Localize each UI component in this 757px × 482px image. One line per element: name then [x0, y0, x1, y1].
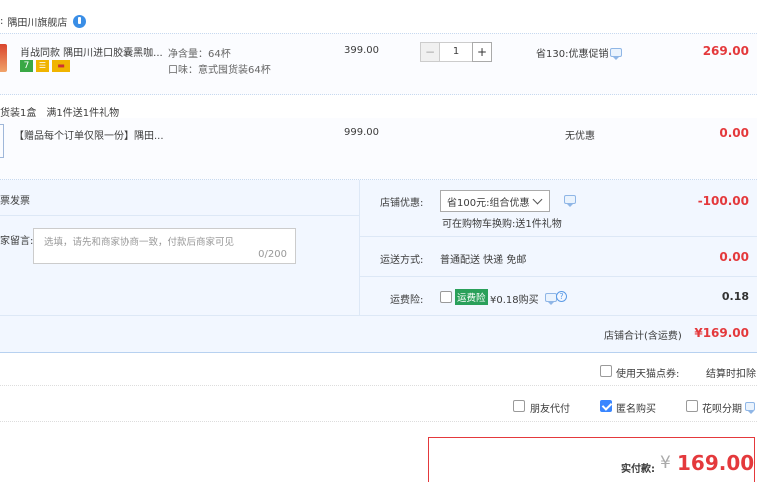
huabei-message-icon[interactable] [745, 402, 755, 414]
friend-pay-checkbox[interactable] [513, 400, 525, 412]
shop-total-amount: ¥169.00 [694, 326, 749, 340]
pay-currency: ¥ [660, 453, 671, 473]
note-input[interactable]: 选填，请先和商家协商一致，付款后商家可见 0/200 [33, 228, 296, 264]
huabei-label: 花呗分期 [702, 404, 742, 415]
points-label: 使用天猫点券: [616, 369, 680, 380]
discount-label: 店铺优惠: [380, 198, 424, 209]
shop-prefix: : [0, 15, 4, 27]
invoice-label[interactable]: 票发票 [0, 192, 30, 207]
item-total: 269.00 [702, 44, 749, 58]
product-thumbnail[interactable] [0, 44, 7, 72]
insurance-label: 运费险: [390, 295, 424, 306]
card-icon[interactable]: ▬ [52, 60, 70, 72]
shipping-label: 运送方式: [380, 255, 424, 266]
anonymous-label: 匿名购买 [616, 404, 656, 415]
discount-value: -100.00 [697, 194, 749, 208]
decrease-button[interactable]: − [420, 42, 440, 62]
shop-total-label: 店铺合计(含运费) [604, 331, 682, 342]
payment-options-row: 朋友代付 匿名购买 花呗分期 [0, 392, 757, 422]
wangwang-icon[interactable] [73, 14, 87, 28]
discount-select[interactable]: 省100元:组合优惠 [440, 190, 550, 212]
promo-text: 省130:优惠促销 [536, 49, 609, 60]
help-icon[interactable]: ? [556, 291, 567, 302]
pay-label: 实付款: [621, 464, 655, 475]
chevron-down-icon [532, 194, 543, 204]
points-row: 使用天猫点券: 结算时扣除 [0, 358, 757, 386]
pay-summary-box: 实付款: ¥ 169.00 [428, 437, 755, 482]
shop-name[interactable]: 隅田川旗舰店 [7, 14, 67, 29]
service-badges: 7 ☰ ▬ [20, 60, 70, 72]
divider [0, 315, 757, 316]
unit-price: 399.00 [344, 45, 379, 56]
left-column: 票发票 家留言: 选填，请先和商家协商一致，付款后商家可见 0/200 [0, 180, 360, 315]
promo-message-icon[interactable] [610, 48, 622, 60]
gift-thumbnail[interactable] [0, 124, 4, 158]
gift-title[interactable]: 【赠品每个订单仅限一份】隅田... [14, 127, 164, 142]
discount-hint: 可在购物车换购:送1件礼物 [442, 219, 562, 230]
guarantee-icon[interactable]: ☰ [36, 60, 49, 72]
note-label: 家留言: [0, 236, 34, 247]
friend-pay-label: 朋友代付 [530, 404, 570, 415]
gift-promo-text: 无优惠 [565, 131, 595, 142]
gift-unit-price: 999.00 [344, 127, 379, 138]
shipping-value: 普通配送 快递 免邮 [440, 255, 527, 266]
item-row-1: 肖战同款 隅田川进口胶囊黑咖... 7 ☰ ▬ 净含量：64杯 口味：意式囤货装… [0, 33, 757, 95]
shop-header: : 隅田川旗舰店 [0, 12, 87, 30]
quantity-input[interactable]: 1 [440, 42, 472, 62]
increase-button[interactable]: + [472, 42, 492, 62]
insurance-amount: 0.18 [721, 290, 749, 303]
gift-bar-right: 满1件送1件礼物 [46, 108, 120, 119]
gift-total: 0.00 [719, 126, 749, 140]
shipping-amount: 0.00 [719, 250, 749, 264]
item-row-2: 【赠品每个订单仅限一份】隅田... 999.00 无优惠 0.00 [0, 118, 757, 180]
quantity-stepper: − 1 + [420, 42, 492, 62]
divider [0, 215, 360, 216]
divider [360, 276, 757, 277]
spec-taste: 口味：意式囤货装64杯 [168, 65, 271, 76]
seven-day-return-icon[interactable]: 7 [20, 60, 33, 72]
points-right: 结算时扣除 [706, 369, 756, 380]
points-checkbox[interactable] [600, 365, 612, 377]
spec-quantity: 净含量：64杯 [168, 49, 231, 60]
discount-selected: 省100元:组合优惠 [447, 197, 530, 209]
gift-bar-left: 货装1盒 [0, 108, 37, 119]
gift-bar: 货装1盒 满1件送1件礼物 [0, 104, 120, 119]
note-counter: 0/200 [258, 249, 287, 260]
product-title[interactable]: 肖战同款 隅田川进口胶囊黑咖... [20, 44, 163, 59]
order-options-panel: 票发票 家留言: 选填，请先和商家协商一致，付款后商家可见 0/200 店铺优惠… [0, 180, 757, 353]
insurance-checkbox[interactable] [440, 291, 452, 303]
divider [360, 236, 757, 237]
discount-message-icon[interactable] [564, 195, 576, 207]
insurance-text: ¥0.18购买 [490, 295, 539, 306]
note-placeholder: 选填，请先和商家协商一致，付款后商家可见 [44, 237, 235, 248]
anonymous-checkbox[interactable] [600, 400, 612, 412]
huabei-checkbox[interactable] [686, 400, 698, 412]
insurance-badge: 运费险 [455, 289, 488, 305]
pay-amount: 169.00 [677, 451, 755, 475]
